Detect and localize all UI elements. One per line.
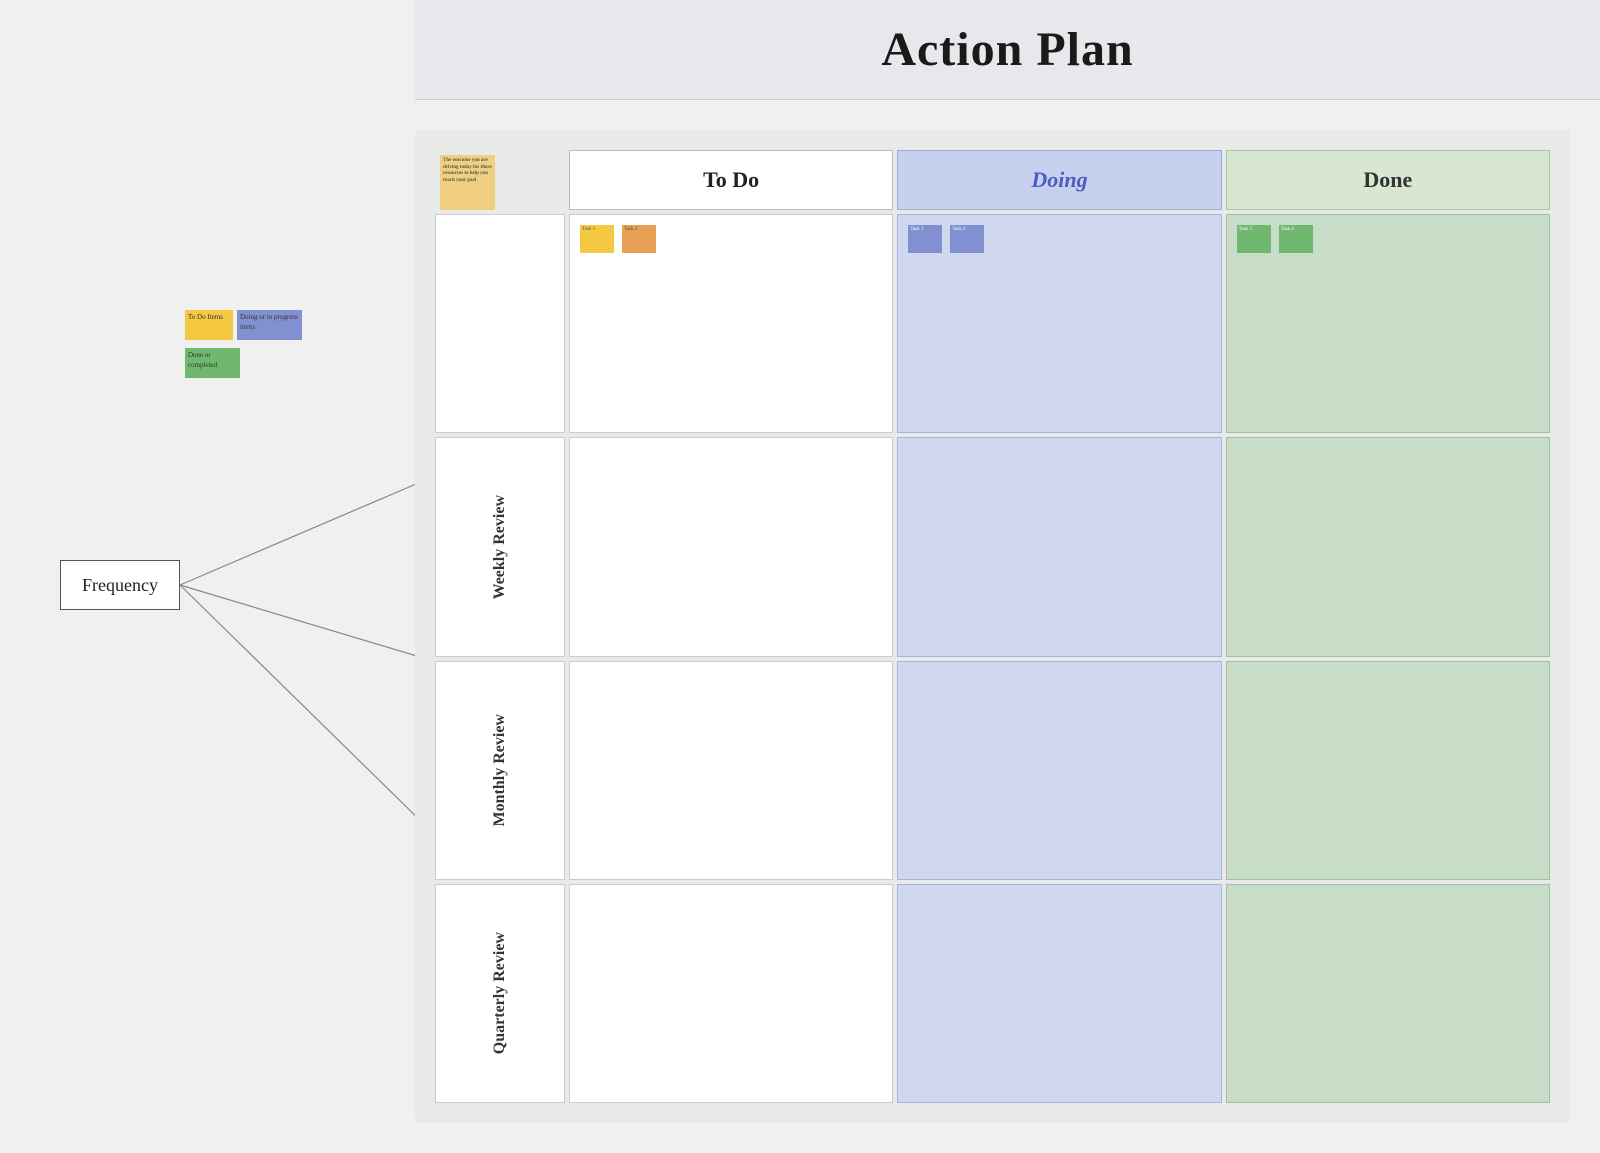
cell-todo-0: Task 1 Task 2 [569, 214, 893, 433]
page-title: Action Plan [881, 22, 1133, 77]
row-label-monthly-text: Monthly Review [491, 714, 509, 826]
row-label-monthly: Monthly Review [435, 661, 565, 880]
cell-doing-quarterly [897, 884, 1221, 1103]
cell-todo-weekly [569, 437, 893, 656]
cell-done-weekly [1226, 437, 1550, 656]
left-note-doing: Doing or in progress items [237, 310, 302, 340]
header-corner: The outcome you are driving today for th… [435, 150, 565, 210]
row-label-weekly-text: Weekly Review [491, 495, 509, 599]
cell-doing-monthly [897, 661, 1221, 880]
todo-note-0-1: Task 2 [622, 225, 656, 253]
done-note-0-0: Task 3 [1237, 225, 1271, 253]
cell-todo-quarterly [569, 884, 893, 1103]
board-grid: The outcome you are driving today for th… [435, 150, 1550, 1103]
doing-note-0-0: Task 1 [908, 225, 942, 253]
board-container: The outcome you are driving today for th… [415, 130, 1570, 1123]
cell-done-0: Task 3 Task 4 [1226, 214, 1550, 433]
frequency-box: Frequency [60, 560, 180, 610]
header-done: Done [1226, 150, 1550, 210]
row-label-weekly: Weekly Review [435, 437, 565, 656]
header-todo: To Do [569, 150, 893, 210]
row-label-quarterly: Quarterly Review [435, 884, 565, 1103]
cell-doing-0: Task 1 Task 2 [897, 214, 1221, 433]
cell-todo-monthly [569, 661, 893, 880]
header-doing: Doing [897, 150, 1221, 210]
frequency-label: Frequency [82, 575, 158, 596]
cell-doing-weekly [897, 437, 1221, 656]
cell-done-quarterly [1226, 884, 1550, 1103]
row-label-quarterly-text: Quarterly Review [491, 932, 509, 1054]
cell-done-monthly [1226, 661, 1550, 880]
title-bar: Action Plan [415, 0, 1600, 100]
row-label-0 [435, 214, 565, 433]
todo-note-0-0: Task 1 [580, 225, 614, 253]
doing-note-0-1: Task 2 [950, 225, 984, 253]
left-note-done: Done or completed [185, 348, 240, 378]
corner-sticky-note: The outcome you are driving today for th… [440, 155, 495, 210]
done-note-0-1: Task 4 [1279, 225, 1313, 253]
left-note-todo: To Do Items [185, 310, 233, 340]
